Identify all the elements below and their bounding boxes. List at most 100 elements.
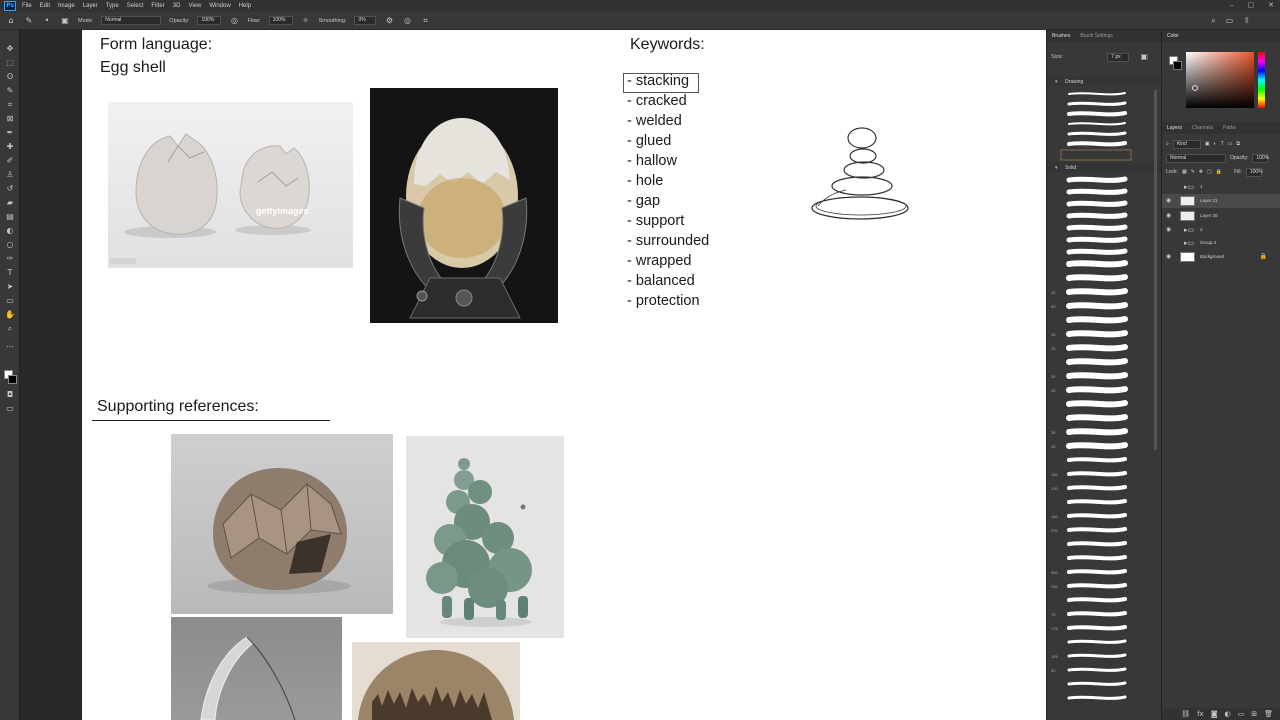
pressure-size-icon[interactable]: ◎ bbox=[402, 16, 412, 26]
tab-color[interactable]: Color bbox=[1162, 30, 1184, 42]
eyedropper-tool-icon[interactable]: ✒ bbox=[4, 128, 16, 138]
menu-image[interactable]: Image bbox=[58, 3, 75, 9]
brush-stroke-preview[interactable] bbox=[1067, 111, 1127, 117]
brush-stroke-preview[interactable] bbox=[1066, 442, 1128, 450]
new-brush-icon[interactable]: ▣ bbox=[1139, 52, 1149, 62]
brush-stroke-preview[interactable] bbox=[1066, 330, 1128, 338]
smoothing-settings-icon[interactable]: ⚙ bbox=[384, 16, 394, 26]
brush-stroke-preview[interactable] bbox=[1066, 386, 1128, 394]
add-mask-icon[interactable]: ◙ bbox=[1211, 710, 1218, 718]
layer-row-group[interactable]: ▸▭ 1 bbox=[1162, 180, 1280, 194]
zoom-tool-icon[interactable]: ⌕ bbox=[4, 324, 16, 334]
brush-stroke-preview[interactable] bbox=[1066, 302, 1128, 310]
brush-stroke-preview[interactable] bbox=[1066, 414, 1128, 422]
brush-stroke-preview[interactable] bbox=[1066, 236, 1128, 243]
layer-row[interactable]: ◉ Layer 20 bbox=[1162, 209, 1280, 223]
share-icon[interactable]: ⇪ bbox=[1243, 16, 1250, 26]
layer-opacity-field[interactable]: 100% bbox=[1252, 153, 1269, 163]
quick-select-tool-icon[interactable]: ✎ bbox=[4, 86, 16, 96]
history-brush-tool-icon[interactable]: ↺ bbox=[4, 184, 16, 194]
brush-stroke-preview[interactable] bbox=[1067, 141, 1127, 147]
new-group-icon[interactable]: ▭ bbox=[1238, 710, 1245, 718]
menu-type[interactable]: Type bbox=[106, 3, 119, 9]
fill-field[interactable]: 100% bbox=[1245, 167, 1263, 177]
quick-mask-icon[interactable]: ◘ bbox=[4, 390, 16, 400]
filter-adjust-icon[interactable]: ◐ bbox=[1214, 141, 1217, 147]
brush-stroke-preview[interactable] bbox=[1067, 653, 1127, 658]
brush-stroke-preview[interactable] bbox=[1067, 471, 1127, 477]
layer-row-group[interactable]: ▸▭ Group 2 bbox=[1162, 236, 1280, 250]
adjustment-layer-icon[interactable]: ◐ bbox=[1225, 710, 1231, 718]
filter-pixel-icon[interactable]: ▣ bbox=[1205, 141, 1210, 147]
blur-tool-icon[interactable]: ◐ bbox=[4, 226, 16, 236]
menu-filter[interactable]: Filter bbox=[151, 3, 164, 9]
brush-stroke-preview[interactable] bbox=[1066, 372, 1128, 380]
brush-stroke-preview[interactable] bbox=[1067, 667, 1127, 672]
background-color-swatch[interactable] bbox=[8, 375, 17, 384]
brush-stroke-preview[interactable] bbox=[1066, 400, 1128, 408]
healing-tool-icon[interactable]: ✚ bbox=[4, 142, 16, 152]
brush-stroke-preview[interactable] bbox=[1066, 212, 1128, 219]
brush-stroke-preview[interactable] bbox=[1067, 625, 1127, 631]
brush-stroke-preview[interactable] bbox=[1068, 122, 1126, 126]
hand-tool-icon[interactable]: ✋ bbox=[4, 310, 16, 320]
brush-stroke-preview[interactable] bbox=[1067, 513, 1127, 519]
brush-stroke-preview[interactable] bbox=[1068, 92, 1126, 96]
brush-stroke-preview[interactable] bbox=[1067, 499, 1127, 505]
brush-stroke-preview[interactable] bbox=[1067, 639, 1127, 644]
menu-select[interactable]: Select bbox=[127, 3, 144, 9]
menu-window[interactable]: Window bbox=[209, 3, 230, 9]
lock-transparency-icon[interactable]: ▦ bbox=[1182, 169, 1187, 175]
menu-edit[interactable]: Edit bbox=[40, 3, 50, 9]
crop-tool-icon[interactable]: ⌗ bbox=[4, 100, 16, 110]
brush-stroke-preview[interactable] bbox=[1067, 583, 1127, 589]
menu-file[interactable]: File bbox=[22, 3, 32, 9]
brush-stroke-preview[interactable] bbox=[1067, 457, 1127, 463]
shape-tool-icon[interactable]: ▭ bbox=[4, 296, 16, 306]
brush-settings-toggle-icon[interactable]: ▣ bbox=[60, 16, 70, 26]
size-field[interactable]: 7 px bbox=[1107, 52, 1130, 62]
brush-stroke-preview[interactable] bbox=[1067, 485, 1127, 491]
lasso-tool-icon[interactable]: ʘ bbox=[4, 72, 16, 82]
brush-stroke-preview[interactable] bbox=[1067, 569, 1127, 575]
layer-row-group[interactable]: ◉ ▸▭ 2 bbox=[1162, 223, 1280, 237]
brush-preset-icon[interactable]: • bbox=[42, 16, 52, 26]
brush-stroke-preview[interactable] bbox=[1066, 176, 1128, 183]
filter-shape-icon[interactable]: ▭ bbox=[1228, 141, 1233, 147]
move-tool-icon[interactable]: ✥ bbox=[4, 44, 16, 54]
brush-folder-solid[interactable]: Solid bbox=[1065, 165, 1076, 171]
brush-stroke-preview[interactable] bbox=[1066, 200, 1128, 207]
brush-preset-list[interactable]: Drawing ▾ Solid ▾ 3050352530303545150100… bbox=[1047, 76, 1162, 720]
search-icon[interactable]: ⌕ bbox=[1211, 16, 1215, 26]
more-tools-icon[interactable]: … bbox=[4, 340, 16, 350]
brush-stroke-preview[interactable] bbox=[1067, 101, 1127, 106]
gradient-tool-icon[interactable]: ▤ bbox=[4, 212, 16, 222]
dodge-tool-icon[interactable]: ○ bbox=[4, 240, 16, 250]
color-picker-field[interactable] bbox=[1186, 52, 1254, 108]
brush-stroke-preview[interactable] bbox=[1067, 611, 1127, 617]
visibility-eye-icon[interactable]: ◉ bbox=[1166, 253, 1171, 260]
hue-slider[interactable] bbox=[1258, 52, 1265, 108]
path-select-tool-icon[interactable]: ➤ bbox=[4, 282, 16, 292]
brush-tool-icon[interactable]: ✐ bbox=[4, 156, 16, 166]
new-layer-icon[interactable]: ⊞ bbox=[1251, 710, 1257, 718]
brush-stroke-preview[interactable] bbox=[1066, 344, 1128, 352]
brush-folder-drawing[interactable]: Drawing bbox=[1065, 79, 1084, 85]
lock-pixels-icon[interactable]: ✎ bbox=[1191, 169, 1195, 175]
link-layers-icon[interactable]: ⛓ bbox=[1181, 710, 1190, 718]
airbrush-icon[interactable]: ✧ bbox=[301, 16, 311, 26]
maximize-icon[interactable]: ▢ bbox=[1248, 1, 1255, 9]
lock-all-icon[interactable]: 🔒 bbox=[1216, 169, 1222, 175]
layer-style-icon[interactable]: fx bbox=[1197, 710, 1204, 718]
type-tool-icon[interactable]: T bbox=[4, 268, 16, 278]
frame-tool-icon[interactable]: ⊠ bbox=[4, 114, 16, 124]
brush-stroke-preview[interactable] bbox=[1066, 288, 1128, 296]
brush-list-scrollbar[interactable] bbox=[1154, 90, 1157, 450]
menu-help[interactable]: Help bbox=[239, 3, 251, 9]
brush-stroke-preview[interactable] bbox=[1066, 274, 1128, 282]
blend-mode-select[interactable]: Normal bbox=[1166, 153, 1226, 163]
lock-position-icon[interactable]: ✥ bbox=[1199, 169, 1203, 175]
menu-layer[interactable]: Layer bbox=[83, 3, 98, 9]
layer-row-background[interactable]: ◉ Background 🔒 bbox=[1162, 250, 1280, 264]
smoothing-field[interactable]: 0% bbox=[354, 16, 377, 25]
